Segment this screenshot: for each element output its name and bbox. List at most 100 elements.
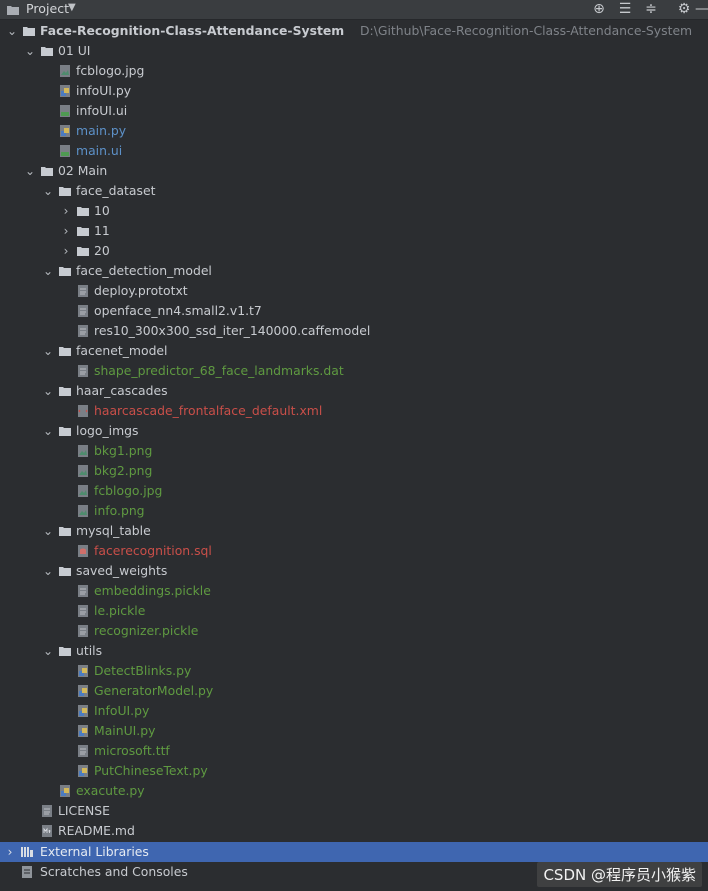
watermark: CSDN @程序员小猴紫 [537,862,702,887]
markdown-file-icon [42,825,52,837]
tree-item-label: 11 [94,223,110,238]
chevron-down-icon[interactable]: ⌄ [42,341,54,361]
tree-folder[interactable]: ⌄ haar_cascades [0,381,708,401]
tree-folder[interactable]: ⌄ 01 UI [0,41,708,61]
chevron-down-icon[interactable]: ⌄ [24,41,36,61]
folder-icon [7,6,19,15]
tree-file[interactable]: bkg2.png [0,461,708,481]
tree-file[interactable]: openface_nn4.small2.v1.t7 [0,301,708,321]
tree-item-label: face_dataset [76,183,156,198]
text-file-icon [42,805,52,817]
image-file-icon [78,505,88,517]
tree-file[interactable]: shape_predictor_68_face_landmarks.dat [0,361,708,381]
tree-folder[interactable]: ⌄ saved_weights [0,561,708,581]
tree-item-label: haarcascade_frontalface_default.xml [94,403,323,418]
tree-file[interactable]: facerecognition.sql [0,541,708,561]
sql-file-icon [78,545,88,557]
tree-file[interactable]: infoUI.py [0,81,708,101]
chevron-down-icon[interactable]: ⌄ [6,21,18,41]
tree-file[interactable]: LICENSE [0,801,708,821]
library-icon [21,847,33,857]
gear-icon[interactable]: ⚙ [676,1,692,17]
expand-all-icon[interactable]: ☰ [617,1,633,17]
tree-item-label: Face-Recognition-Class-Attendance-System [40,23,345,38]
tree-item-label: microsoft.ttf [94,743,170,758]
folder-icon [59,567,71,576]
folder-icon [41,47,53,56]
text-file-icon [78,605,88,617]
tree-folder[interactable]: ⌄ 02 Main [0,161,708,181]
text-file-icon [78,365,88,377]
tree-file[interactable]: deploy.prototxt [0,281,708,301]
chevron-right-icon[interactable]: › [60,241,72,261]
tree-file[interactable]: README.md [0,821,708,841]
chevron-down-icon[interactable]: ⌄ [42,261,54,281]
tree-file[interactable]: exacute.py [0,781,708,801]
chevron-down-icon[interactable]: ⌄ [42,641,54,661]
tree-folder[interactable]: ⌄ Face-Recognition-Class-Attendance-Syste… [0,21,708,41]
tree-file[interactable]: le.pickle [0,601,708,621]
tree-folder[interactable]: ⌄ mysql_table [0,521,708,541]
tree-file[interactable]: InfoUI.py [0,701,708,721]
tree-file[interactable]: fcblogo.jpg [0,61,708,81]
tree-file[interactable]: GeneratorModel.py [0,681,708,701]
tree-file[interactable]: DetectBlinks.py [0,661,708,681]
chevron-down-icon[interactable]: ⌄ [42,421,54,441]
tree-item-label: main.ui [76,143,123,158]
tree-folder[interactable]: ⌄ face_detection_model [0,261,708,281]
tree-folder[interactable]: ⌄ utils [0,641,708,661]
tree-file[interactable]: info.png [0,501,708,521]
tree-item-label: LICENSE [58,803,111,818]
tree-item-label: saved_weights [76,563,168,578]
tree-file[interactable]: recognizer.pickle [0,621,708,641]
tree-item-label: 02 Main [58,163,108,178]
tree-item-label: 01 UI [58,43,91,58]
tree-item-label: main.py [76,123,127,138]
folder-icon [59,347,71,356]
tree-file[interactable]: res10_300x300_ssd_iter_140000.caffemodel [0,321,708,341]
folder-icon [23,27,35,36]
tree-item-external-libraries[interactable]: › External Libraries [0,842,708,862]
minimize-icon[interactable]: — [694,1,708,17]
tree-item-label: GeneratorModel.py [94,683,214,698]
tree-file[interactable]: infoUI.ui [0,101,708,121]
tree-folder[interactable]: › 10 [0,201,708,221]
tree-item-label: face_detection_model [76,263,212,278]
chevron-down-icon[interactable]: ⌄ [42,561,54,581]
chevron-down-icon[interactable]: ⌄ [42,521,54,541]
collapse-all-icon[interactable]: ≑ [643,1,659,17]
chevron-right-icon[interactable]: › [60,201,72,221]
tree-file[interactable]: embeddings.pickle [0,581,708,601]
tree-folder[interactable]: ⌄ face_dataset [0,181,708,201]
tree-item-label: res10_300x300_ssd_iter_140000.caffemodel [94,323,371,338]
tree-file[interactable]: bkg1.png [0,441,708,461]
image-file-icon [78,485,88,497]
folder-icon [59,527,71,536]
tree-folder[interactable]: ⌄ facenet_model [0,341,708,361]
tree-folder[interactable]: › 20 [0,241,708,261]
tree-item-label: DetectBlinks.py [94,663,192,678]
python-file-icon [78,705,88,717]
chevron-right-icon[interactable]: › [4,842,16,862]
tree-folder[interactable]: › 11 [0,221,708,241]
tree-file[interactable]: PutChineseText.py [0,761,708,781]
chevron-right-icon[interactable]: › [60,221,72,241]
chevron-down-icon[interactable]: ▼ [68,2,76,13]
chevron-down-icon[interactable]: ⌄ [24,161,36,181]
python-file-icon [78,665,88,677]
tree-folder[interactable]: ⌄ logo_imgs [0,421,708,441]
tree-file[interactable]: fcblogo.jpg [0,481,708,501]
tree-file[interactable]: main.ui [0,141,708,161]
target-icon[interactable]: ⊕ [591,1,607,17]
tree-file[interactable]: MainUI.py [0,721,708,741]
folder-icon [77,247,89,256]
tree-item-label: recognizer.pickle [94,623,199,638]
tree-item-label: External Libraries [40,844,149,859]
tree-file[interactable]: main.py [0,121,708,141]
tree-file[interactable]: microsoft.ttf [0,741,708,761]
chevron-down-icon[interactable]: ⌄ [42,381,54,401]
chevron-down-icon[interactable]: ⌄ [42,181,54,201]
python-file-icon [78,725,88,737]
project-title[interactable]: Project [26,1,69,16]
tree-file[interactable]: haarcascade_frontalface_default.xml [0,401,708,421]
